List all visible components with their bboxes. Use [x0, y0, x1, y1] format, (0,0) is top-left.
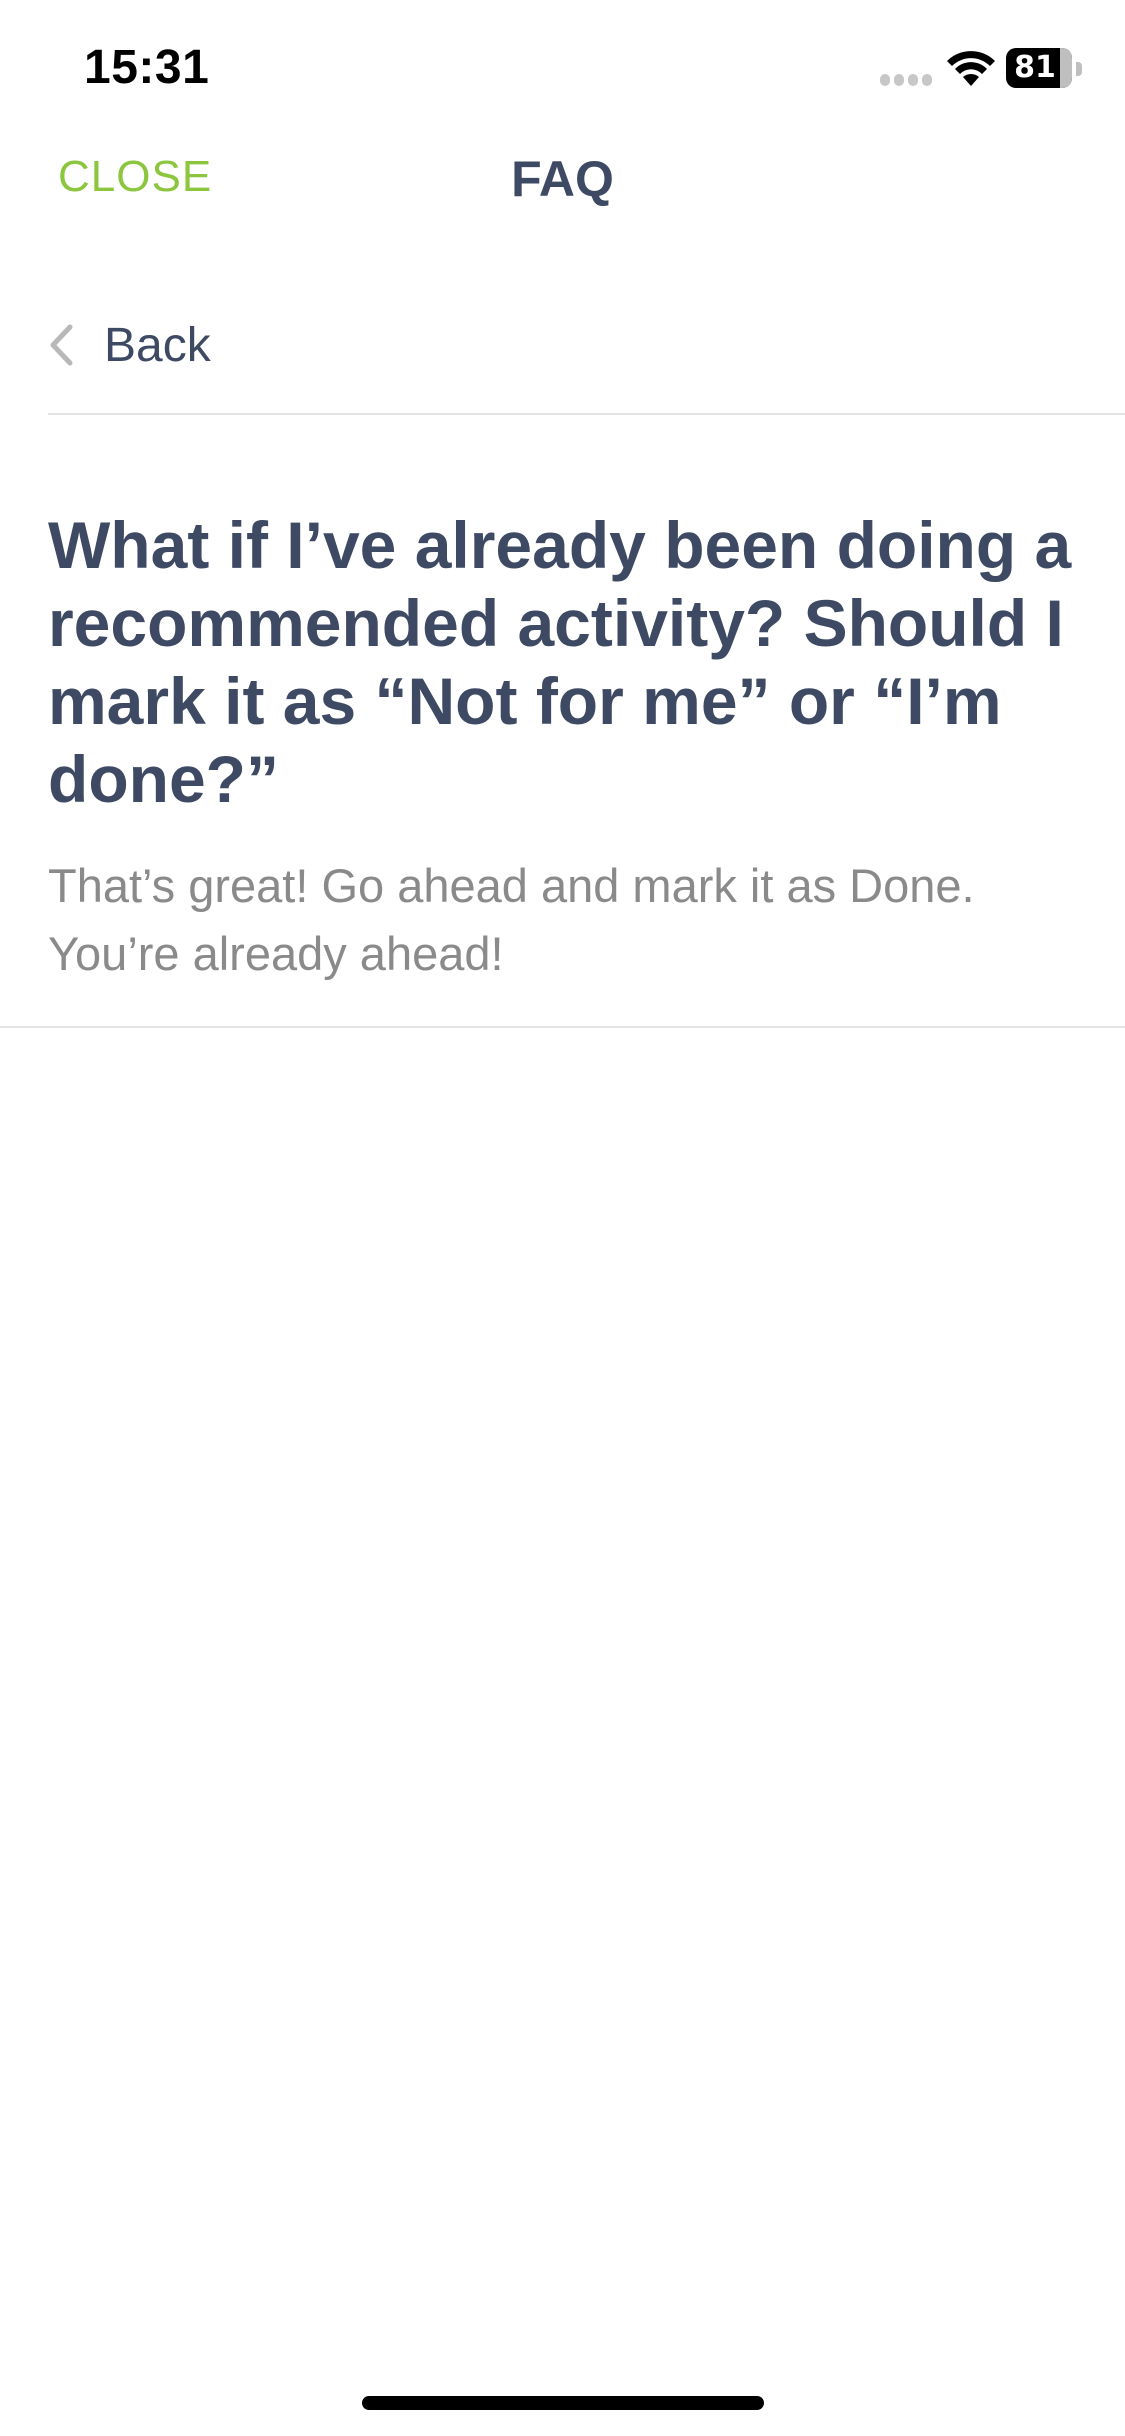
faq-question: What if I’ve already been doing a recomm… [48, 508, 1072, 816]
battery-level: 81 [1014, 50, 1056, 85]
cell-signal-icon [880, 74, 932, 86]
page-title: FAQ [511, 151, 614, 207]
divider [0, 1026, 1125, 1028]
faq-answer: That’s great! Go ahead and mark it as Do… [48, 859, 975, 980]
back-label: Back [104, 318, 211, 372]
home-indicator[interactable] [362, 2396, 764, 2410]
chevron-left-icon [50, 324, 73, 366]
status-time: 15:31 [84, 41, 210, 94]
status-bar: 15:31 81 [0, 0, 1125, 132]
wifi-icon [947, 51, 995, 86]
battery-icon: 81 [1006, 48, 1082, 90]
divider [48, 413, 1125, 415]
back-button[interactable]: Back [48, 310, 211, 380]
